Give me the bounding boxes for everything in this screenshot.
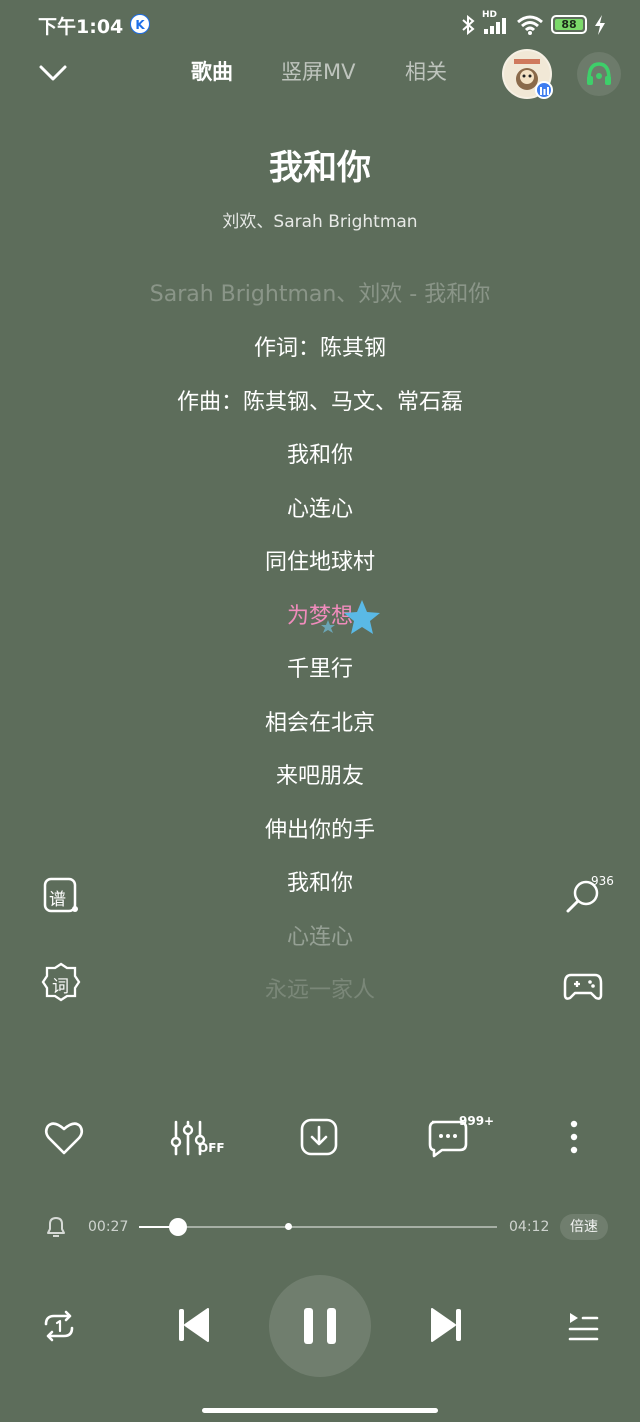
lyric-line: 作词：陈其钢 bbox=[253, 336, 386, 361]
pause-button[interactable] bbox=[269, 1275, 371, 1377]
playing-badge-icon bbox=[535, 81, 553, 99]
score-button[interactable]: 谱 bbox=[41, 876, 81, 916]
download-button[interactable] bbox=[298, 1116, 342, 1160]
song-artists[interactable]: 刘欢、Sarah Brightman bbox=[0, 207, 640, 232]
k-app-badge: K bbox=[130, 14, 150, 34]
highlight-marker[interactable] bbox=[285, 1223, 292, 1230]
lyric-line: 作曲：陈其钢、马文、常石磊 bbox=[176, 389, 463, 415]
equalizer-state: OFF bbox=[198, 1141, 225, 1155]
comment-count: 999+ bbox=[459, 1114, 495, 1128]
lyric-line: Sarah Brightman、刘欢 - 我和你 bbox=[149, 282, 491, 307]
gamepad-icon bbox=[563, 973, 603, 1000]
lyric-style-label: 词 bbox=[52, 977, 69, 997]
song-title: 我和你 bbox=[269, 148, 371, 188]
status-bar: 下午1:04 K HD 88 bbox=[0, 0, 640, 50]
lyric-line: 永远一家人 bbox=[264, 978, 375, 1003]
bluetooth-icon bbox=[462, 15, 475, 35]
signal-icon bbox=[484, 18, 506, 34]
lyric-line: 同住地球村 bbox=[264, 550, 375, 575]
wifi-icon bbox=[517, 15, 543, 35]
tab-related[interactable]: 相关 bbox=[405, 56, 447, 86]
status-time: 下午1:04 bbox=[38, 16, 124, 38]
heart-icon bbox=[44, 1122, 84, 1155]
lyric-line: 心连心 bbox=[286, 496, 353, 522]
lyric-line: 我和你 bbox=[286, 443, 353, 468]
lyric-line: 我和你 bbox=[286, 871, 353, 896]
listen-count: 936 bbox=[591, 874, 614, 888]
home-indicator[interactable] bbox=[202, 1408, 438, 1413]
equalizer-button[interactable]: OFF bbox=[170, 1116, 230, 1160]
total-time: 04:12 bbox=[509, 1219, 550, 1235]
download-icon bbox=[300, 1118, 338, 1156]
lyric-line: 伸出你的手 bbox=[264, 817, 375, 843]
battery-indicator: 88 bbox=[551, 15, 587, 34]
listen-together-button[interactable] bbox=[577, 52, 621, 96]
tab-songs[interactable]: 歌曲 bbox=[191, 56, 233, 86]
progress-track[interactable] bbox=[139, 1226, 497, 1228]
playlist-icon[interactable] bbox=[564, 1307, 602, 1343]
lyric-style-button[interactable]: 词 bbox=[41, 962, 81, 1002]
more-vertical-icon bbox=[570, 1120, 578, 1154]
pause-icon bbox=[304, 1308, 336, 1344]
lyric-line: 来吧朋友 bbox=[275, 764, 364, 789]
repeat-one-icon[interactable] bbox=[40, 1307, 78, 1345]
next-track-icon[interactable] bbox=[427, 1305, 465, 1345]
lyric-line: 相会在北京 bbox=[264, 710, 375, 736]
lyrics-panel[interactable]: Sarah Brightman、刘欢 - 我和你 作词：陈其钢 作曲：陈其钢、马… bbox=[90, 280, 550, 1018]
battery-level: 88 bbox=[555, 19, 583, 30]
headphone-icon bbox=[587, 62, 611, 85]
elapsed-time: 00:27 bbox=[88, 1219, 129, 1235]
favorite-button[interactable] bbox=[42, 1116, 86, 1160]
charging-icon bbox=[595, 15, 605, 35]
more-button[interactable] bbox=[552, 1116, 596, 1160]
lyric-line: 千里行 bbox=[286, 657, 353, 682]
score-label: 谱 bbox=[49, 890, 66, 910]
previous-track-icon[interactable] bbox=[175, 1305, 213, 1345]
tab-vertical-mv[interactable]: 竖屏MV bbox=[281, 56, 355, 86]
progress-handle[interactable] bbox=[169, 1218, 187, 1236]
sparkle-star-icon bbox=[321, 600, 380, 634]
speed-button[interactable]: 倍速 bbox=[560, 1214, 608, 1240]
collapse-chevron-icon[interactable] bbox=[38, 62, 68, 84]
lyric-line: 心连心 bbox=[286, 924, 353, 950]
game-button[interactable] bbox=[563, 966, 603, 1006]
bell-icon[interactable] bbox=[44, 1214, 68, 1240]
